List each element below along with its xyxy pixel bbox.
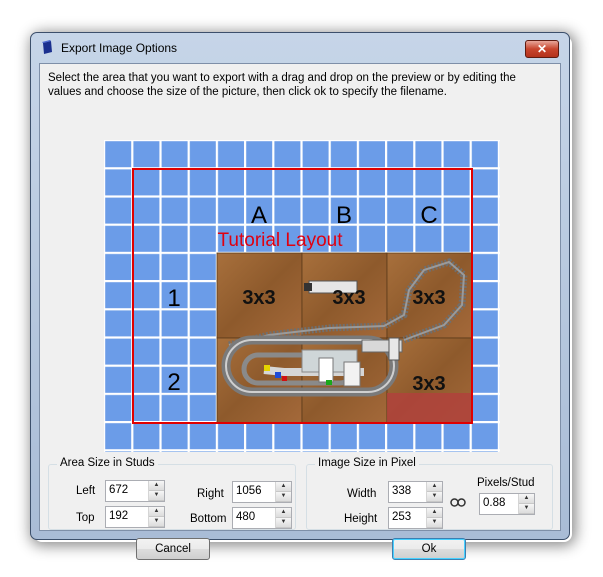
top-stepper[interactable]: 192 ▲ ▼ <box>105 506 165 528</box>
spin-up-icon[interactable]: ▲ <box>427 508 442 518</box>
layout-preview[interactable]: 3x3 3x3 3x3 3x3 A B C 1 2 Tutorial Layou… <box>104 140 500 452</box>
window-title: Export Image Options <box>61 41 178 55</box>
title-bar[interactable]: Export Image Options ✕ <box>31 33 569 59</box>
area-size-legend: Area Size in Studs <box>57 457 158 469</box>
image-size-legend: Image Size in Pixel <box>315 457 419 469</box>
export-image-dialog: Export Image Options ✕ Select the area t… <box>30 32 570 560</box>
left-stepper[interactable]: 672 ▲ ▼ <box>105 480 165 502</box>
spin-up-icon[interactable]: ▲ <box>519 494 534 504</box>
right-stepper[interactable]: 1056 ▲ ▼ <box>232 481 292 503</box>
spin-down-icon[interactable]: ▼ <box>519 504 534 514</box>
right-value: 1056 <box>236 485 262 497</box>
pixels-per-stud-value: 0.88 <box>483 497 506 509</box>
plate-label: 3x3 <box>412 287 445 309</box>
spin-up-icon[interactable]: ▲ <box>427 482 442 492</box>
chain-link-icon <box>450 498 466 507</box>
plate-label: 3x3 <box>412 373 445 395</box>
height-label: Height <box>344 513 378 525</box>
plate-label: 3x3 <box>332 287 365 309</box>
bottom-stepper[interactable]: 480 ▲ ▼ <box>232 507 292 529</box>
spin-down-icon[interactable]: ▼ <box>276 492 291 502</box>
bottom-label: Bottom <box>190 513 227 525</box>
spin-down-icon[interactable]: ▼ <box>149 491 164 501</box>
dialog-content: Select the area that you want to export … <box>39 63 561 560</box>
spin-down-icon[interactable]: ▼ <box>276 518 291 528</box>
left-label: Left <box>76 485 96 497</box>
column-label: B <box>336 202 352 229</box>
left-value: 672 <box>109 484 129 496</box>
row-label: 1 <box>167 285 180 312</box>
pixels-per-stud-label: Pixels/Stud <box>477 477 535 489</box>
cancel-button[interactable]: Cancel <box>136 538 210 560</box>
top-value: 192 <box>109 510 129 522</box>
spin-down-icon[interactable]: ▼ <box>149 517 164 527</box>
row-label: 2 <box>167 369 180 396</box>
spin-up-icon[interactable]: ▲ <box>276 482 291 492</box>
bottom-value: 480 <box>236 511 256 523</box>
app-brick-icon <box>42 40 52 54</box>
instructions-text: Select the area that you want to export … <box>48 72 516 98</box>
spin-up-icon[interactable]: ▲ <box>149 481 164 491</box>
height-stepper[interactable]: 253 ▲ ▼ <box>388 507 443 529</box>
width-value: 338 <box>392 485 412 497</box>
spin-down-icon[interactable]: ▼ <box>427 518 442 528</box>
height-value: 253 <box>392 511 412 523</box>
width-stepper[interactable]: 338 ▲ ▼ <box>388 481 443 503</box>
spin-down-icon[interactable]: ▼ <box>427 492 442 502</box>
layout-title: Tutorial Layout <box>218 230 344 251</box>
preview-canvas[interactable]: 3x3 3x3 3x3 3x3 A B C 1 2 Tutorial Layou… <box>104 140 500 452</box>
pixels-per-stud-stepper[interactable]: 0.88 ▲ ▼ <box>479 493 535 515</box>
width-label: Width <box>347 488 377 500</box>
spin-up-icon[interactable]: ▲ <box>149 507 164 517</box>
column-label: A <box>251 202 267 229</box>
column-label: C <box>420 202 437 229</box>
plate-label: 3x3 <box>242 287 275 309</box>
image-size-group: Image Size in Pixel Width 338 ▲ ▼ Height … <box>306 457 553 530</box>
spin-up-icon[interactable]: ▲ <box>276 508 291 518</box>
close-button[interactable]: ✕ <box>525 40 559 58</box>
ok-button[interactable]: Ok <box>392 538 466 560</box>
close-icon: ✕ <box>536 42 548 56</box>
top-label: Top <box>76 512 95 524</box>
area-size-group: Area Size in Studs Left 672 ▲ ▼ Top 192 ▲… <box>48 457 296 530</box>
right-label: Right <box>197 488 224 500</box>
